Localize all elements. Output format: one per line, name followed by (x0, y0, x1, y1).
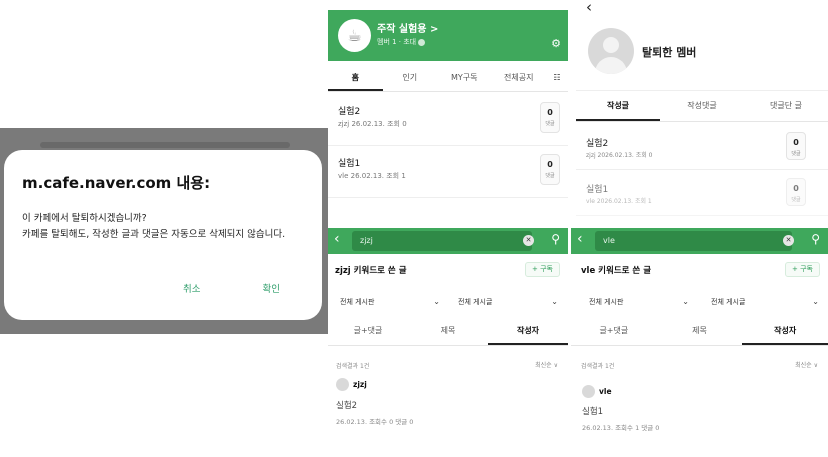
avatar (588, 28, 634, 74)
result-author[interactable]: vle (599, 387, 612, 396)
search-tab-bar: 글+댓글 제목 작성자 (328, 318, 568, 346)
tab-author[interactable]: 작성자 (742, 318, 828, 345)
filter-row: 전체 게시판 ⌄ 전체 게시글 ⌄ (328, 292, 568, 314)
subscribe-button[interactable]: + 구독 (525, 262, 560, 277)
comment-count: 0 (547, 160, 553, 169)
search-icon[interactable]: ⚲ (811, 232, 820, 246)
sort-select[interactable]: 최신순 ∨ (795, 360, 818, 369)
cafe-home-screen: ☕ 주작 실험용 > 멤버 1 · 초대 ⚙ 홈 인기 MY구독 전체공지 ☷ … (328, 0, 568, 228)
search-icon[interactable]: ⚲ (551, 232, 560, 246)
tab-author[interactable]: 작성자 (488, 318, 568, 345)
post-title: 실험1 (586, 185, 609, 195)
member-name: 탈퇴한 멤버 (642, 46, 697, 59)
clear-icon[interactable]: ✕ (523, 235, 534, 246)
post-filter-select[interactable]: 전체 게시글 ⌄ (699, 292, 823, 312)
post-meta: vle 26.02.13. 조회 1 (338, 172, 406, 180)
chevron-down-icon: ⌄ (551, 297, 558, 306)
tab-home[interactable]: 홈 (328, 64, 383, 91)
comment-count-box[interactable]: 0 댓글 (540, 154, 560, 185)
comment-count-label: 댓글 (791, 151, 801, 157)
comment-count-box[interactable]: 0 댓글 (540, 102, 560, 133)
dialog-message: 이 카페에서 탈퇴하시겠습니까? 카페를 탈퇴해도, 작성한 글과 댓글은 자동… (22, 211, 304, 243)
board-filter-select[interactable]: 전체 게시판 ⌄ (328, 292, 444, 312)
leave-cafe-dialog: m.cafe.naver.com 내용: 이 카페에서 탈퇴하시겠습니까? 카페… (4, 150, 322, 320)
gear-icon[interactable]: ⚙ (551, 37, 561, 50)
search-screen-zjzj: ‹ zjzj ✕ ⚲ zjzj 키워드로 쓴 글 + 구독 전체 게시판 ⌄ 전체… (328, 228, 568, 457)
result-count: 검색결과 1건 (581, 363, 615, 370)
search-screen-vle: ‹ vle ✕ ⚲ vle 키워드로 쓴 글 + 구독 전체 게시판 ⌄ 전체 게… (571, 228, 828, 457)
dialog-message-line1: 이 카페에서 탈퇴하시겠습니까? (22, 213, 147, 224)
cafe-member-info: 멤버 1 · 초대 (377, 37, 426, 47)
post-meta: zjzj 2026.02.13. 조회 0 (586, 152, 653, 159)
post-meta: zjzj 26.02.13. 조회 0 (338, 120, 407, 128)
tab-written-comments[interactable]: 작성댓글 (660, 91, 744, 121)
chevron-left-icon[interactable]: ‹ (586, 0, 592, 16)
tab-title[interactable]: 제목 (408, 318, 488, 345)
avatar (336, 378, 349, 391)
search-bar: ‹ zjzj ✕ ⚲ (328, 228, 568, 254)
sort-select[interactable]: 최신순 ∨ (535, 360, 558, 369)
result-title[interactable]: 실험2 (336, 399, 357, 411)
chevron-down-icon: ⌄ (433, 297, 440, 306)
board-filter-select[interactable]: 전체 게시판 ⌄ (577, 292, 693, 312)
invite-icon[interactable] (418, 38, 426, 46)
tab-title[interactable]: 제목 (657, 318, 743, 345)
dialog-title: m.cafe.naver.com 내용: (22, 174, 211, 192)
result-meta: 26.02.13. 조회수 0 댓글 0 (336, 418, 414, 426)
list-item[interactable]: 실험2 zjzj 26.02.13. 조회 0 0 댓글 (328, 94, 568, 146)
post-meta: vle 2026.02.13. 조회 1 (586, 198, 652, 205)
comment-count-label: 댓글 (545, 173, 555, 179)
search-bar: ‹ vle ✕ ⚲ (571, 228, 828, 254)
chevron-down-icon: ⌄ (812, 297, 819, 306)
search-input[interactable]: zjzj (352, 231, 532, 251)
tab-post-comment[interactable]: 글+댓글 (328, 318, 408, 345)
clear-icon[interactable]: ✕ (783, 235, 794, 246)
chevron-left-icon[interactable]: ‹ (334, 231, 340, 247)
subscribe-button[interactable]: + 구독 (785, 262, 820, 277)
comment-count-label: 댓글 (545, 121, 555, 127)
tab-commented-posts[interactable]: 댓글단 글 (744, 91, 828, 121)
post-filter-select[interactable]: 전체 게시글 ⌄ (446, 292, 562, 312)
comment-count-label: 댓글 (791, 197, 801, 203)
list-item[interactable]: 실험2 zjzj 2026.02.13. 조회 0 0 댓글 (576, 124, 828, 170)
result-title[interactable]: 실험1 (582, 405, 603, 417)
grid-icon[interactable]: ☷ (546, 64, 568, 91)
cafe-name-link[interactable]: 주작 실험용 > (377, 20, 438, 35)
keyword-title: zjzj 키워드로 쓴 글 (335, 266, 407, 276)
cancel-button[interactable]: 취소 (183, 281, 200, 295)
tab-post-comment[interactable]: 글+댓글 (571, 318, 657, 345)
post-title: 실험2 (338, 107, 361, 117)
list-item[interactable]: 실험1 vle 2026.02.13. 조회 1 0 댓글 (576, 170, 828, 216)
comment-count-box[interactable]: 0 댓글 (786, 178, 806, 206)
confirm-button[interactable]: 확인 (263, 281, 280, 295)
chevron-down-icon: ⌄ (682, 297, 689, 306)
filter-row: 전체 게시판 ⌄ 전체 게시글 ⌄ (571, 292, 828, 314)
result-author[interactable]: zjzj (353, 380, 367, 389)
post-title: 실험1 (338, 159, 361, 169)
post-title: 실험2 (586, 139, 609, 149)
member-profile-screen: ‹ 탈퇴한 멤버 작성글 작성댓글 댓글단 글 실험2 zjzj 2026.02… (576, 0, 828, 228)
result-meta: 26.02.13. 조회수 1 댓글 0 (582, 424, 660, 432)
member-tab-bar: 작성글 작성댓글 댓글단 글 (576, 90, 828, 122)
tab-my-subscriptions[interactable]: MY구독 (437, 64, 492, 91)
list-item[interactable]: 실험1 vle 26.02.13. 조회 1 0 댓글 (328, 146, 568, 198)
comment-count: 0 (793, 138, 799, 147)
keyword-title: vle 키워드로 쓴 글 (581, 266, 652, 276)
result-count: 검색결과 1건 (336, 363, 370, 370)
search-input[interactable]: vle (595, 231, 792, 251)
comment-count-box[interactable]: 0 댓글 (786, 132, 806, 160)
tab-all-notices[interactable]: 전체공지 (492, 64, 547, 91)
avatar (582, 385, 595, 398)
comment-count: 0 (547, 108, 553, 117)
cafe-header: ☕ 주작 실험용 > 멤버 1 · 초대 ⚙ (328, 10, 568, 61)
dialog-message-line2: 카페를 탈퇴해도, 작성한 글과 댓글은 자동으로 삭제되지 않습니다. (22, 229, 286, 240)
background-text (40, 142, 290, 148)
cafe-logo: ☕ (338, 19, 371, 52)
comment-count: 0 (793, 184, 799, 193)
chevron-left-icon[interactable]: ‹ (577, 231, 583, 247)
cafe-tab-bar: 홈 인기 MY구독 전체공지 ☷ (328, 64, 568, 92)
search-tab-bar: 글+댓글 제목 작성자 (571, 318, 828, 346)
tab-popular[interactable]: 인기 (383, 64, 438, 91)
tab-written-posts[interactable]: 작성글 (576, 91, 660, 121)
